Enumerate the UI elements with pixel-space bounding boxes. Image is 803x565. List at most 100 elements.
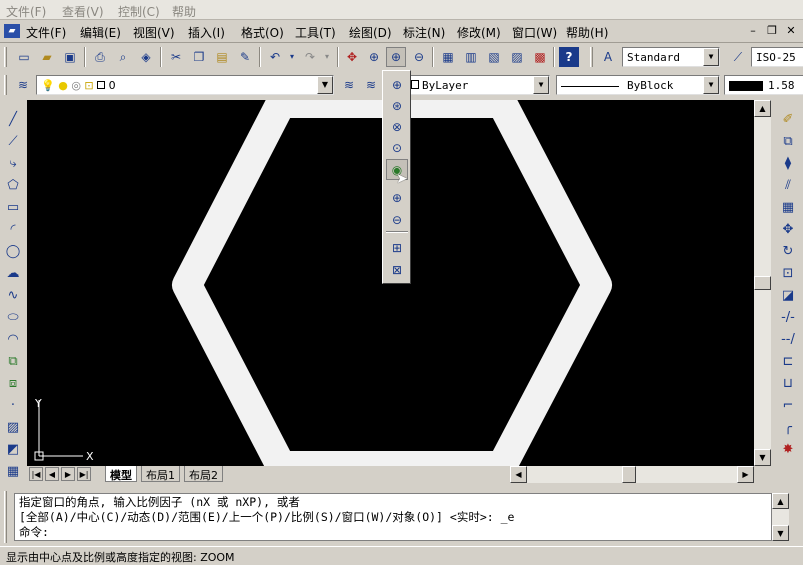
array-icon[interactable]: ▦ <box>777 196 799 218</box>
menu-insert[interactable]: 插入(I) <box>188 24 225 41</box>
menu-window[interactable]: 窗口(W) <box>512 24 557 41</box>
scroll-up-icon[interactable]: ▲ <box>754 100 771 117</box>
help-icon[interactable]: ? <box>559 47 579 67</box>
construction-line-icon[interactable]: ⟋ <box>2 130 24 152</box>
markup-icon[interactable]: ▩ <box>530 47 550 67</box>
command-prompt[interactable]: 命令: <box>19 525 767 540</box>
rotate-icon[interactable]: ↻ <box>777 240 799 262</box>
command-scroll-down-icon[interactable]: ▼ <box>772 525 789 541</box>
sheet-set-icon[interactable]: ▨ <box>507 47 527 67</box>
menu-view[interactable]: 视图(V) <box>133 24 175 41</box>
app-logo-icon[interactable]: ▰ <box>4 24 20 38</box>
insert-block-icon[interactable]: ⧉ <box>2 350 24 372</box>
match-properties-icon[interactable]: ✎ <box>235 47 255 67</box>
restore-icon[interactable]: ❐ <box>764 24 780 38</box>
zoom-scale-icon[interactable]: ⊗ <box>386 116 408 137</box>
point-icon[interactable]: · <box>2 394 24 416</box>
linetype-select[interactable]: ByBlock ▼ <box>556 75 720 95</box>
undo-dropdown-icon[interactable]: ▾ <box>282 47 302 67</box>
scroll-down-icon[interactable]: ▼ <box>754 449 771 466</box>
zoom-previous-icon[interactable]: ⊖ <box>409 47 429 67</box>
table-icon[interactable]: ▦ <box>2 460 24 482</box>
lineweight-select[interactable]: 1.58 <box>724 75 803 95</box>
close-icon[interactable]: ✕ <box>783 24 799 38</box>
publish-icon[interactable]: ◈ <box>136 47 156 67</box>
tab-last-icon[interactable]: ▶| <box>77 467 91 481</box>
chamfer-icon[interactable]: ⌐ <box>777 394 799 416</box>
tab-prev-icon[interactable]: ◀ <box>45 467 59 481</box>
scroll-thumb-vertical[interactable] <box>754 276 771 290</box>
tab-layout2[interactable]: 布局2 <box>184 466 223 482</box>
command-scrollbar[interactable]: ▲ ▼ <box>772 493 789 541</box>
scale-icon[interactable]: ⊡ <box>777 262 799 284</box>
circle-icon[interactable]: ◯ <box>2 240 24 262</box>
pan-realtime-icon[interactable]: ✥ <box>342 47 362 67</box>
paste-icon[interactable]: ▤ <box>212 47 232 67</box>
polygon-icon[interactable]: ⬠ <box>2 174 24 196</box>
zoom-all-icon[interactable]: ⊞ <box>386 237 408 258</box>
menu-tools[interactable]: 工具(T) <box>295 24 336 41</box>
properties-icon[interactable]: ▦ <box>438 47 458 67</box>
menu-draw[interactable]: 绘图(D) <box>349 24 392 41</box>
ellipse-arc-icon[interactable]: ◠ <box>2 328 24 350</box>
extend-icon[interactable]: --/ <box>777 328 799 350</box>
menu-format[interactable]: 格式(O) <box>241 24 284 41</box>
design-center-icon[interactable]: ▥ <box>461 47 481 67</box>
tab-model[interactable]: 模型 <box>105 466 137 482</box>
scroll-right-icon[interactable]: ▶ <box>737 466 754 483</box>
save-icon[interactable]: ▣ <box>60 47 80 67</box>
spline-icon[interactable]: ∿ <box>2 284 24 306</box>
text-style-icon[interactable]: A <box>598 47 618 67</box>
tool-palettes-icon[interactable]: ▧ <box>484 47 504 67</box>
zoom-center-icon[interactable]: ⊙ <box>386 137 408 158</box>
scroll-left-icon[interactable]: ◀ <box>510 466 527 483</box>
layer-select[interactable]: 💡 ● ◎ ⊡ 0 ▼ <box>36 75 334 95</box>
trim-icon[interactable]: -/- <box>777 306 799 328</box>
zoom-window-icon[interactable]: ⊕ <box>386 47 406 67</box>
make-current-layer-icon[interactable]: ≋ <box>339 75 359 95</box>
chevron-down-icon[interactable]: ▼ <box>703 76 719 94</box>
redo-dropdown-icon[interactable]: ▾ <box>317 47 337 67</box>
stretch-icon[interactable]: ◪ <box>777 284 799 306</box>
scroll-thumb-horizontal[interactable] <box>622 466 636 483</box>
cut-icon[interactable]: ✂ <box>166 47 186 67</box>
color-select[interactable]: ByLayer ▼ <box>406 75 550 95</box>
zoom-out-icon[interactable]: ⊖ <box>386 209 408 230</box>
chevron-down-icon[interactable]: ▼ <box>703 48 719 66</box>
hatch-icon[interactable]: ▨ <box>2 416 24 438</box>
viewer-menu-file[interactable]: 文件(F) <box>6 3 46 20</box>
dim-style-select[interactable]: ISO-25 <box>751 47 803 67</box>
offset-icon[interactable]: ⫽ <box>777 174 799 196</box>
viewer-menu-help[interactable]: 帮助 <box>172 3 196 20</box>
minimize-icon[interactable]: – <box>745 24 761 38</box>
chevron-down-icon[interactable]: ▼ <box>317 76 333 94</box>
make-block-icon[interactable]: ⧈ <box>2 372 24 394</box>
zoom-window-flyout-icon[interactable]: ⊕ <box>386 74 408 95</box>
zoom-in-icon[interactable]: ⊕ <box>386 187 408 208</box>
menu-help[interactable]: 帮助(H) <box>566 24 608 41</box>
layer-previous-icon[interactable]: ≋ <box>361 75 381 95</box>
menu-file[interactable]: 文件(F) <box>26 24 66 41</box>
open-file-icon[interactable]: ▰ <box>37 47 57 67</box>
zoom-extents-icon[interactable]: ⊠ <box>386 259 408 280</box>
command-scroll-up-icon[interactable]: ▲ <box>772 493 789 509</box>
copy-object-icon[interactable]: ⧉ <box>777 130 799 152</box>
break-icon[interactable]: ⊔ <box>777 372 799 394</box>
dim-style-icon[interactable]: ⟋ <box>728 47 748 67</box>
fillet-icon[interactable]: ╭ <box>777 416 799 438</box>
polyline-icon[interactable]: ⤷ <box>2 152 24 174</box>
tab-next-icon[interactable]: ▶ <box>61 467 75 481</box>
command-history[interactable]: 指定窗口的角点, 输入比例因子 (nX 或 nXP), 或者 [全部(A)/中心(… <box>14 493 772 541</box>
explode-icon[interactable]: ✸ <box>777 438 799 460</box>
print-preview-icon[interactable]: ⌕ <box>113 47 133 67</box>
menu-dimension[interactable]: 标注(N) <box>403 24 445 41</box>
ellipse-icon[interactable]: ⬭ <box>2 306 24 328</box>
zoom-dynamic-icon[interactable]: ⊛ <box>386 95 408 116</box>
menu-modify[interactable]: 修改(M) <box>457 24 501 41</box>
break-at-point-icon[interactable]: ⊏ <box>777 350 799 372</box>
chevron-down-icon[interactable]: ▼ <box>533 76 549 94</box>
print-icon[interactable]: ⎙ <box>90 47 110 67</box>
viewer-menu-control[interactable]: 控制(C) <box>118 3 160 20</box>
text-style-select[interactable]: Standard ▼ <box>622 47 720 67</box>
copy-icon[interactable]: ❐ <box>189 47 209 67</box>
